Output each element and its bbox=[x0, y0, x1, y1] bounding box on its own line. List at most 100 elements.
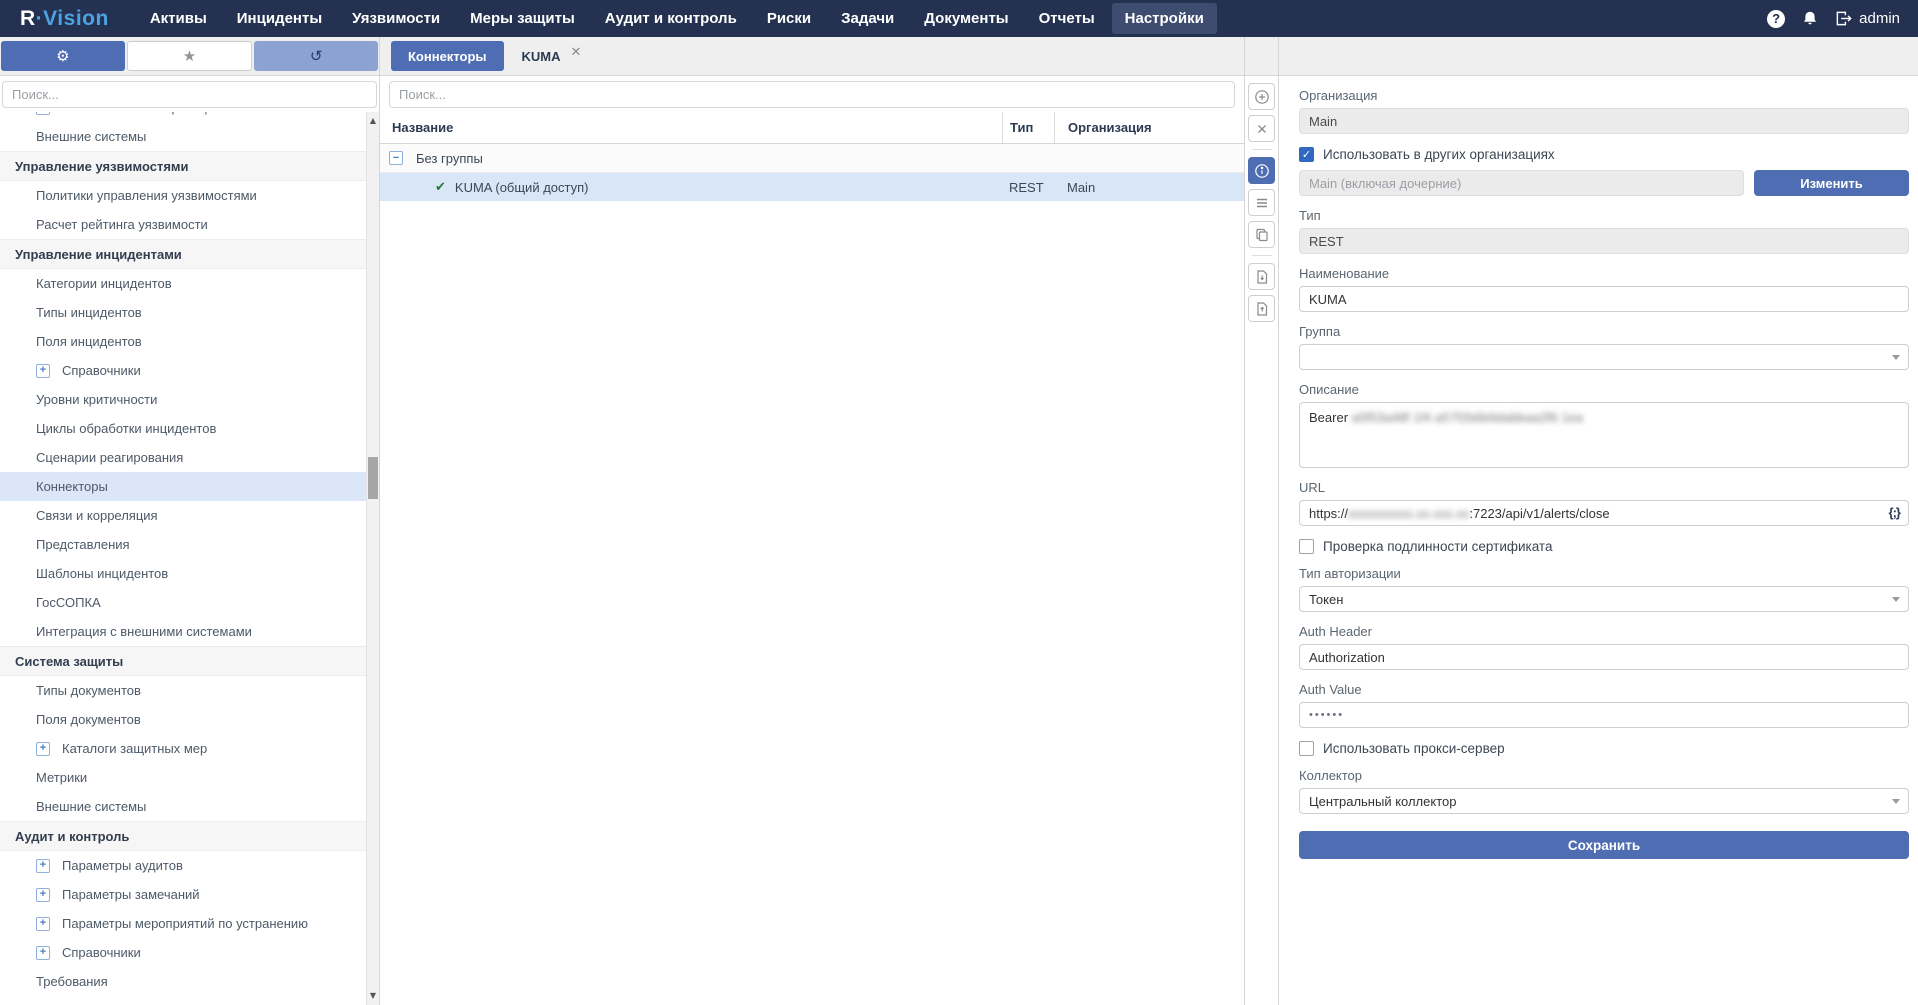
sidebar-item[interactable]: + Параметры мероприятий по устранению bbox=[0, 909, 366, 938]
upload-file-icon[interactable] bbox=[1248, 295, 1275, 322]
save-button[interactable]: Сохранить bbox=[1299, 831, 1909, 859]
expand-icon[interactable]: + bbox=[36, 917, 50, 931]
sidebar-item[interactable]: Шаблоны инцидентов bbox=[0, 559, 366, 588]
content-tab[interactable]: Коннекторы bbox=[391, 41, 504, 71]
scrollbar-thumb[interactable] bbox=[368, 457, 378, 499]
navbar-right: ? admin bbox=[1767, 10, 1918, 28]
user-menu[interactable]: admin bbox=[1835, 10, 1900, 27]
add-circle-icon[interactable] bbox=[1248, 83, 1275, 110]
tree-section-header: Аудит и контроль bbox=[0, 821, 366, 851]
sidebar-item[interactable]: +Параметры замечаний bbox=[0, 880, 366, 909]
sidebar-item[interactable]: ГосСОПКА bbox=[0, 588, 366, 617]
auth-type-select[interactable] bbox=[1299, 586, 1909, 612]
sidebar-item[interactable]: Типы инцидентов bbox=[0, 298, 366, 327]
sidebar-item[interactable]: Метрики bbox=[0, 763, 366, 792]
expand-icon[interactable]: + bbox=[36, 364, 50, 378]
group-row[interactable]: − Без группы bbox=[380, 144, 1244, 173]
column-header-type[interactable]: Тип bbox=[1002, 112, 1054, 143]
expand-icon[interactable]: + bbox=[36, 888, 50, 902]
collector-select[interactable] bbox=[1299, 788, 1909, 814]
notifications-bell-icon[interactable] bbox=[1802, 10, 1818, 27]
sidebar-item[interactable]: Поля документов bbox=[0, 705, 366, 734]
sidebar-item[interactable]: Политики управления уязвимостями bbox=[0, 181, 366, 210]
expand-icon[interactable]: + bbox=[36, 112, 50, 115]
nav-item[interactable]: Активы bbox=[137, 3, 220, 34]
expand-icon[interactable]: + bbox=[36, 859, 50, 873]
sidebar-item[interactable]: Поля инцидентов bbox=[0, 327, 366, 356]
sidebar-item[interactable]: +Справочники bbox=[0, 938, 366, 967]
nav-item[interactable]: Инциденты bbox=[224, 3, 335, 34]
toolbar-separator bbox=[1252, 149, 1272, 150]
sidebar-item[interactable]: +Справочники bbox=[0, 356, 366, 385]
sidebar-item[interactable]: Связи и корреляция bbox=[0, 501, 366, 530]
scroll-down-icon[interactable]: ▼ bbox=[367, 989, 379, 1003]
tree-section-header: Управление уязвимостями bbox=[0, 151, 366, 181]
sidebar-search-input[interactable] bbox=[2, 81, 377, 108]
sidebar-tab[interactable]: ↺ bbox=[254, 41, 378, 71]
close-icon[interactable] bbox=[1248, 115, 1275, 142]
sidebar-item-label: Уровни критичности bbox=[36, 392, 157, 407]
nav-item[interactable]: Настройки bbox=[1112, 3, 1217, 34]
scroll-up-icon[interactable]: ▲ bbox=[367, 114, 379, 128]
connector-details-panel: Организация ✓ Использовать в других орга… bbox=[1279, 37, 1918, 1005]
column-header-name[interactable]: Название bbox=[380, 112, 1002, 143]
sidebar-item[interactable]: +Каталоги защитных мер bbox=[0, 734, 366, 763]
connectors-search-input[interactable] bbox=[389, 81, 1235, 108]
enabled-check-icon: ✔ bbox=[435, 180, 446, 195]
nav-item[interactable]: Задачи bbox=[828, 3, 907, 34]
sidebar-item[interactable]: +Параметры аудитов bbox=[0, 851, 366, 880]
proxy-checkbox[interactable] bbox=[1299, 741, 1314, 756]
sidebar-item[interactable]: Интеграция с внешними системами bbox=[0, 617, 366, 646]
nav-item[interactable]: Документы bbox=[911, 3, 1021, 34]
share-checkbox[interactable]: ✓ bbox=[1299, 147, 1314, 162]
sidebar-tab[interactable]: ★ bbox=[127, 41, 253, 71]
download-file-icon[interactable] bbox=[1248, 263, 1275, 290]
sidebar-item[interactable]: Сценарии реагирования bbox=[0, 443, 366, 472]
nav-item[interactable]: Отчеты bbox=[1026, 3, 1108, 34]
content-tab-label: KUMA bbox=[522, 49, 561, 64]
name-input[interactable] bbox=[1299, 286, 1909, 312]
content-tab[interactable]: KUMA ✕ bbox=[518, 41, 586, 71]
expand-icon[interactable]: + bbox=[36, 742, 50, 756]
sidebar-tab[interactable]: ⚙ bbox=[1, 41, 125, 71]
nav-item[interactable]: Аудит и контроль bbox=[592, 3, 750, 34]
sidebar-item[interactable]: +Политики инвентаризации bbox=[0, 112, 366, 122]
table-row[interactable]: ✔KUMA (общий доступ)RESTMain bbox=[380, 173, 1244, 201]
close-tab-icon[interactable]: ✕ bbox=[571, 44, 582, 60]
group-select[interactable] bbox=[1299, 344, 1909, 370]
info-icon[interactable] bbox=[1248, 157, 1275, 184]
sidebar-item-label: Поля инцидентов bbox=[36, 334, 142, 349]
table-header: Название Тип Организация bbox=[380, 112, 1244, 144]
sidebar-item[interactable]: Расчет рейтинга уязвимости bbox=[0, 210, 366, 239]
cert-check-checkbox[interactable] bbox=[1299, 539, 1314, 554]
sidebar-item[interactable]: Типы документов bbox=[0, 676, 366, 705]
sidebar-item[interactable]: Коннекторы bbox=[0, 472, 366, 501]
sidebar-item-label: Параметры мероприятий по устранению bbox=[62, 916, 308, 931]
sidebar-item[interactable]: Категории инцидентов bbox=[0, 269, 366, 298]
copy-icon[interactable] bbox=[1248, 221, 1275, 248]
sidebar-item[interactable]: Уровни критичности bbox=[0, 385, 366, 414]
sidebar-item[interactable]: Представления bbox=[0, 530, 366, 559]
nav-item[interactable]: Риски bbox=[754, 3, 824, 34]
change-org-button[interactable]: Изменить bbox=[1754, 170, 1909, 196]
url-input[interactable]: https:// xxxxxxxxxx.xx.xxx.xx :7223/api/… bbox=[1299, 500, 1909, 526]
sidebar-item[interactable]: К bbox=[0, 996, 366, 1005]
nav-item[interactable]: Меры защиты bbox=[457, 3, 588, 34]
sidebar-item-label: Типы документов bbox=[36, 683, 141, 698]
sidebar-item[interactable]: Циклы обработки инцидентов bbox=[0, 414, 366, 443]
collapse-group-icon[interactable]: − bbox=[389, 151, 403, 165]
sidebar-scrollbar[interactable]: ▲ ▼ bbox=[366, 112, 379, 1005]
sidebar-item[interactable]: Требования bbox=[0, 967, 366, 996]
sidebar-item[interactable]: Внешние системы bbox=[0, 792, 366, 821]
sidebar-item-label: Внешние системы bbox=[36, 129, 146, 144]
auth-value-input[interactable] bbox=[1299, 702, 1909, 728]
expand-icon[interactable]: + bbox=[36, 946, 50, 960]
auth-header-input[interactable] bbox=[1299, 644, 1909, 670]
variables-icon[interactable]: {;} bbox=[1889, 505, 1900, 520]
nav-item[interactable]: Уязвимости bbox=[339, 3, 453, 34]
description-textarea[interactable]: Bearer a5f53a48f 1f4 a57f2b6b9dabbaa2f6 … bbox=[1299, 402, 1909, 468]
list-icon[interactable] bbox=[1248, 189, 1275, 216]
column-header-org[interactable]: Организация bbox=[1054, 112, 1244, 143]
sidebar-item[interactable]: Внешние системы bbox=[0, 122, 366, 151]
help-icon[interactable]: ? bbox=[1767, 10, 1785, 28]
